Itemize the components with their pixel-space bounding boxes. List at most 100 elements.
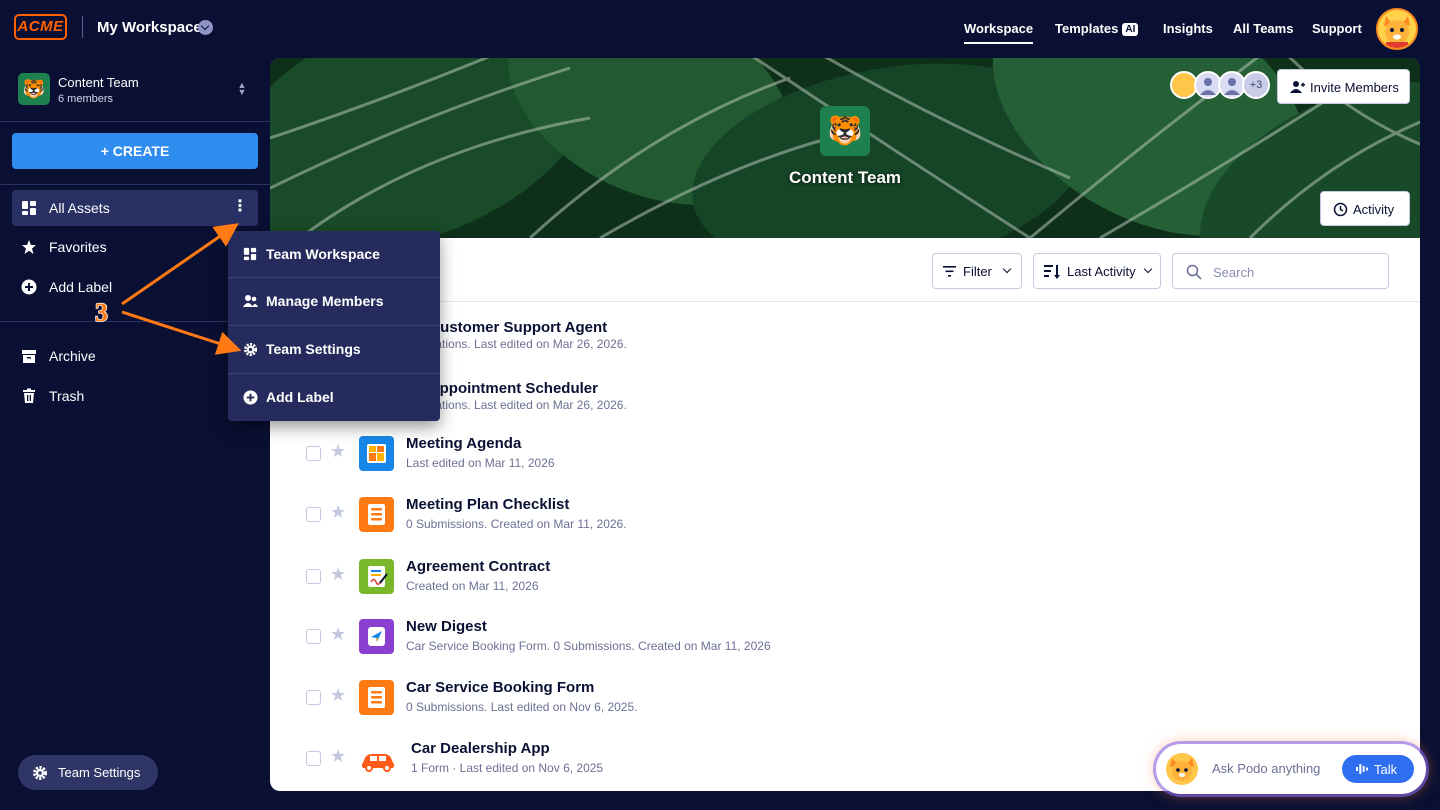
filter-button[interactable]: Filter [932,253,1022,289]
workspace-title[interactable]: My Workspace [97,19,202,36]
asset-subtitle: 0 Submissions. Last edited on Nov 6, 202… [406,700,638,714]
search-input[interactable] [1213,262,1383,282]
sort-button[interactable]: Last Activity [1033,253,1161,289]
team-banner: 🐯 Content Team +3 Invite Members Activit… [270,58,1420,238]
menu-item-team-settings[interactable]: Team Settings [228,326,440,373]
row-checkbox[interactable] [306,507,321,522]
sidebar-item-label: All Assets [49,200,110,216]
voice-wave-icon [1356,764,1368,774]
star-icon[interactable]: ★ [330,502,346,523]
search-box[interactable] [1172,253,1389,289]
asset-title[interactable]: Meeting Agenda [406,435,521,452]
podo-avatar [1166,753,1198,785]
more-options-icon[interactable]: ⋮ [232,199,248,216]
sidebar-item-archive[interactable]: Archive [12,338,258,374]
asset-title[interactable]: Meeting Plan Checklist [406,496,569,513]
asset-title[interactable]: New Digest [406,618,487,635]
menu-item-label: Manage Members [266,293,384,309]
all-assets-context-menu: Team Workspace Manage Members Team Setti… [228,231,440,421]
avatar-overflow-count: +3 [1242,71,1270,99]
menu-item-label: Team Settings [266,341,361,357]
sidebar-item-favorites[interactable]: Favorites [12,229,258,265]
divider [82,16,83,38]
ai-badge: AI [1122,23,1139,36]
star-icon[interactable]: ★ [330,624,346,645]
podo-prompt[interactable]: Ask Podo anything [1212,761,1320,776]
chevron-down-icon[interactable] [198,20,213,35]
team-switcher[interactable]: 🐯 Content Team 6 members ▲ ▼ [18,73,258,107]
star-icon[interactable]: ★ [330,746,346,767]
user-icon [1200,78,1216,95]
gear-icon [33,766,47,780]
activity-label: Activity [1353,202,1395,217]
nav-insights[interactable]: Insights [1163,21,1213,36]
menu-item-label: Team Workspace [266,246,380,262]
main-panel: 🐯 Content Team +3 Invite Members Activit… [270,58,1420,791]
row-checkbox[interactable] [306,690,321,705]
list-item[interactable]: ★ New Digest Car Service Booking Form. 0… [270,607,1420,667]
nav-support[interactable]: Support [1312,21,1362,36]
podo-assistant[interactable]: Ask Podo anything Talk [1156,744,1426,794]
user-avatar[interactable] [1376,8,1418,50]
asset-subtitle: Created on Mar 11, 2026 [406,579,539,593]
row-checkbox[interactable] [306,446,321,461]
asset-subtitle: Last edited on Mar 11, 2026 [406,456,555,470]
acme-logo[interactable]: ACME [14,14,67,40]
asset-title[interactable]: Car Dealership App [411,740,550,757]
star-icon[interactable]: ★ [330,685,346,706]
asset-subtitle: 1 Form · Last edited on Nov 6, 2025 [411,761,604,775]
team-settings-button[interactable]: Team Settings [18,755,158,790]
asset-subtitle: Car Service Booking Form. 0 Submissions.… [406,639,771,653]
asset-subtitle: 0 Submissions. Created on Mar 11, 2026. [406,517,627,531]
search-icon [1186,264,1202,280]
sort-label: Last Activity [1067,264,1136,279]
cat-avatar-icon [1384,16,1410,48]
archive-icon [22,350,36,363]
invite-members-button[interactable]: Invite Members [1277,69,1410,104]
form-icon [359,497,394,532]
asset-title[interactable]: Agreement Contract [406,558,550,575]
banner-team-name: Content Team [788,168,902,187]
activity-button[interactable]: Activity [1320,191,1410,226]
member-avatars[interactable]: +3 [1170,71,1270,101]
sidebar-item-all-assets[interactable]: All Assets ⋮ [12,190,258,226]
cat-avatar-icon [1170,758,1194,781]
row-checkbox[interactable] [306,629,321,644]
nav-all-teams[interactable]: All Teams [1233,21,1293,36]
list-item[interactable]: ★ Meeting Agenda Last edited on Mar 11, … [270,424,1420,484]
menu-item-label: Add Label [266,389,334,405]
list-item[interactable]: ★ Agreement Contract Created on Mar 11, … [270,547,1420,607]
talk-button[interactable]: Talk [1342,755,1414,783]
sidebar-item-trash[interactable]: Trash [12,378,258,414]
sidebar-item-label: Add Label [49,279,113,295]
nav-templates[interactable]: Templates AI [1055,21,1139,36]
sidebar-divider [0,184,270,185]
chevron-down-icon [1002,264,1012,274]
menu-item-manage-members[interactable]: Manage Members [228,278,440,325]
nav-workspace[interactable]: Workspace [964,21,1034,44]
team-name: Content Team [58,75,139,90]
grid-icon [22,201,36,215]
sidebar-item-label: Archive [49,348,96,364]
star-icon[interactable]: ★ [330,564,346,585]
row-checkbox[interactable] [306,751,321,766]
plus-circle-icon [243,390,258,405]
create-button[interactable]: + CREATE [12,133,258,169]
row-checkbox[interactable] [306,569,321,584]
star-icon [22,240,36,254]
form-icon [359,680,394,715]
star-icon[interactable]: ★ [330,441,346,462]
asset-title[interactable]: Car Service Booking Form [406,679,594,696]
list-item[interactable]: ★ Meeting Plan Checklist 0 Submissions. … [270,485,1420,545]
sidebar-item-add-label[interactable]: Add Label [12,269,258,305]
menu-item-team-workspace[interactable]: Team Workspace [228,231,440,278]
tiger-icon: 🐯 [18,73,50,105]
menu-item-add-label[interactable]: Add Label [228,374,440,421]
filter-icon [943,266,956,277]
list-item[interactable]: ra: Customer Support Agent nversations. … [270,308,1420,368]
list-item[interactable]: ★ Car Service Booking Form 0 Submissions… [270,668,1420,728]
tiger-icon: 🐯 [820,106,870,156]
list-item[interactable]: ra: Appointment Scheduler nversations. L… [270,369,1420,429]
history-icon [1333,202,1348,217]
team-member-count: 6 members [58,93,114,105]
